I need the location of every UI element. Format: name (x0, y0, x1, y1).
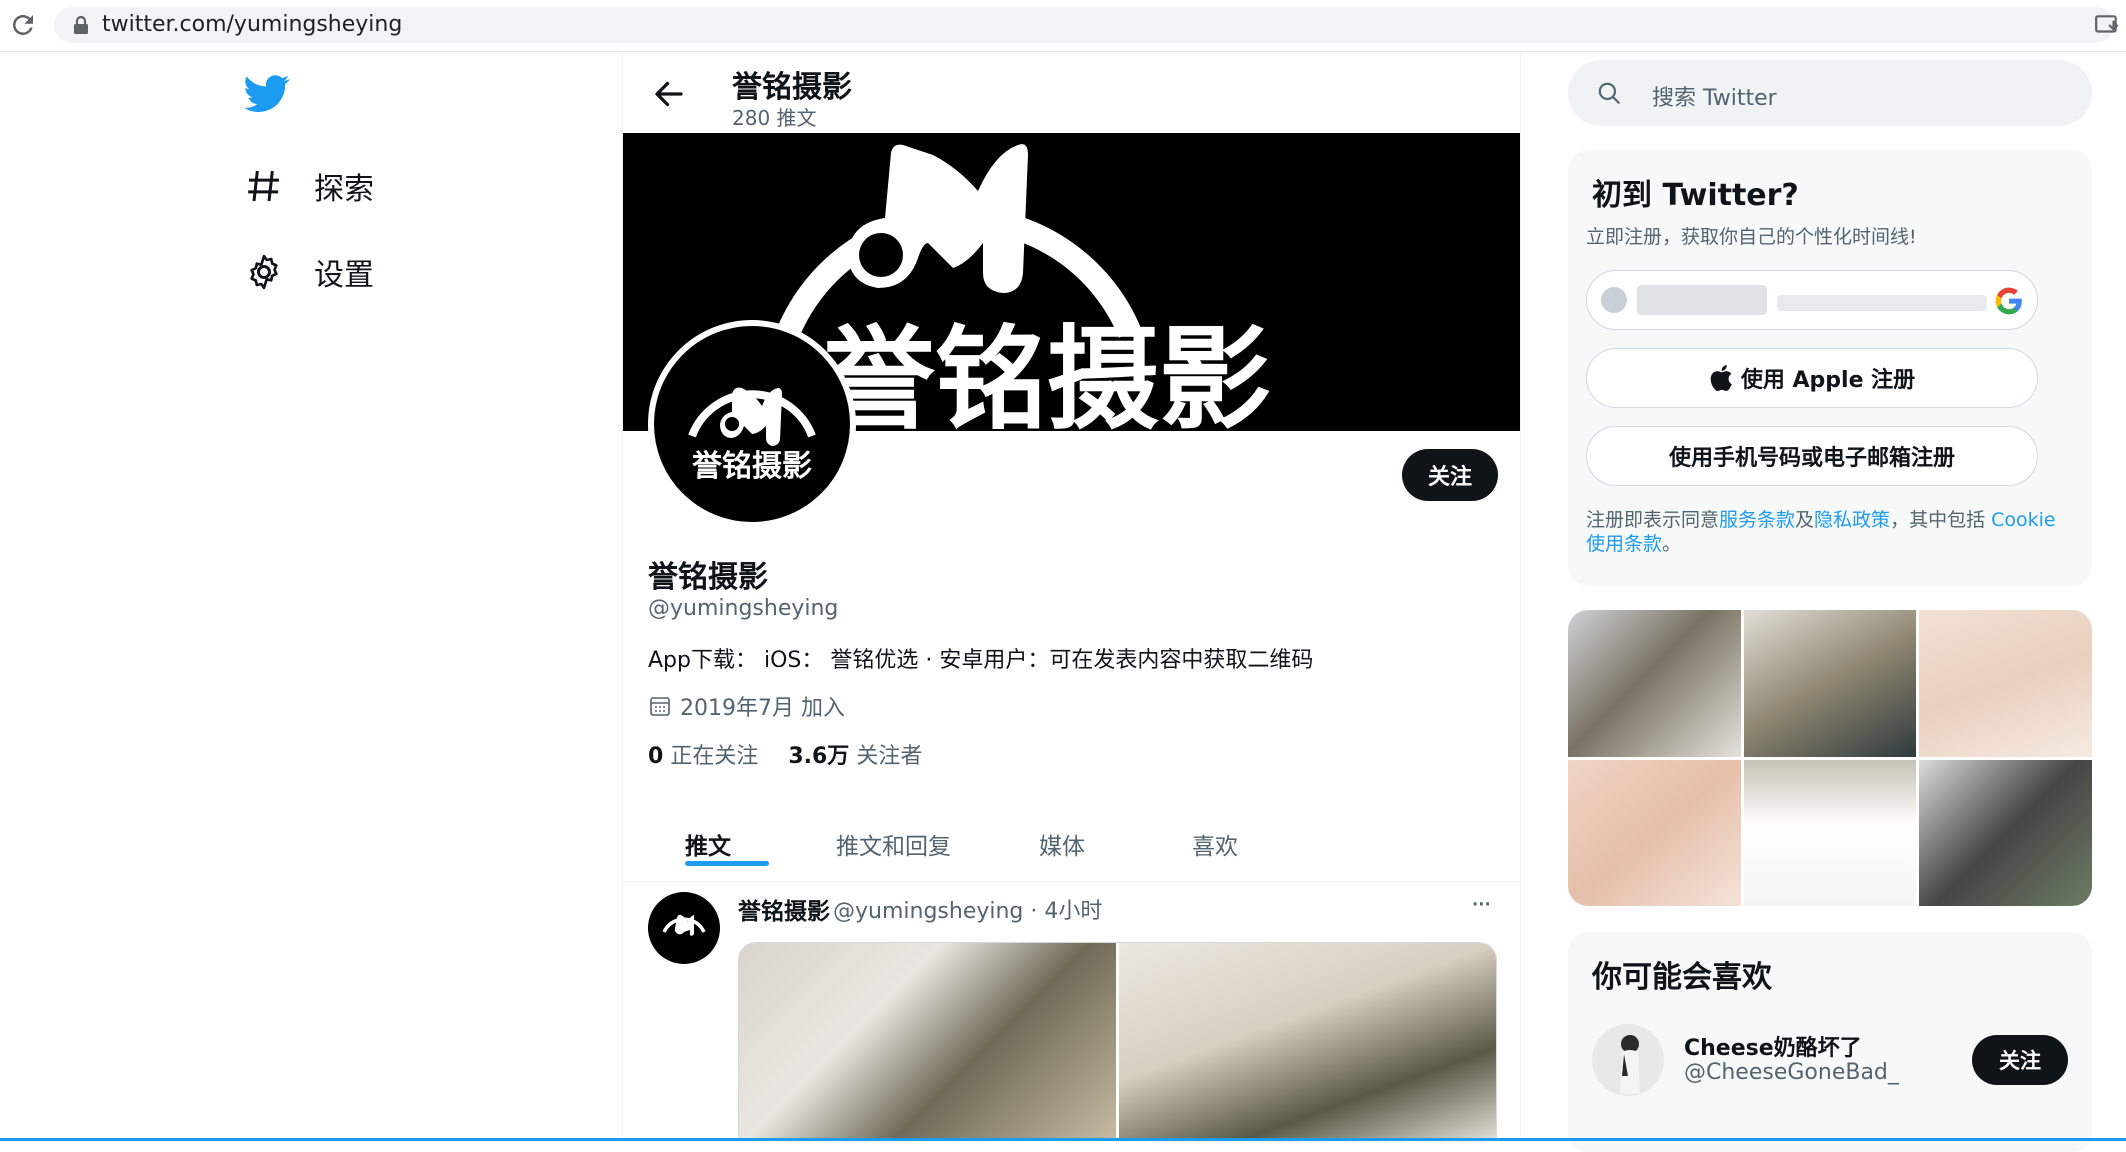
followers-count: 3.6万 (788, 744, 850, 769)
search-input[interactable]: 搜索 Twitter (1652, 80, 1777, 112)
banner-text: 誉铭摄影 (823, 315, 1271, 431)
nav-settings[interactable]: 设置 (244, 250, 374, 294)
media-thumbnail[interactable] (1743, 759, 1917, 906)
signup-card: 初到 Twitter? 立即注册，获取你自己的个性化时间线! 使用 Apple … (1568, 150, 2092, 586)
following-label: 正在关注 (670, 744, 759, 769)
terms-of-service-link[interactable]: 服务条款 (1719, 509, 1795, 531)
apple-signup-label: 使用 Apple 注册 (1740, 368, 1916, 393)
profile-column: 誉铭摄影 280 推文 誉铭摄影 誉铭摄影 关注 誉铭摄影 @yumingshe… (622, 52, 1521, 1141)
twitter-bird-icon[interactable] (244, 74, 290, 114)
lock-icon[interactable] (72, 15, 90, 35)
suggested-avatar-figure (1620, 1035, 1640, 1094)
suggested-user-avatar[interactable] (1592, 1024, 1664, 1096)
following-count: 0 (648, 744, 664, 769)
terms-mid: ，其中包括 (1890, 509, 1992, 531)
media-thumbnail[interactable] (1919, 610, 2092, 757)
phone-email-signup-button[interactable]: 使用手机号码或电子邮箱注册 (1586, 426, 2038, 486)
suggested-user-name[interactable]: Cheese奶酪坏了 (1684, 1030, 1862, 1062)
joined-date: 2019年7月 加入 (680, 696, 845, 721)
tab-tweets[interactable]: 推文 (685, 827, 731, 861)
terms-prefix: 注册即表示同意 (1586, 509, 1720, 531)
tweet-media[interactable] (738, 942, 1497, 1141)
suggested-user-handle[interactable]: @CheeseGoneBad_ (1684, 1060, 1899, 1085)
tab-likes[interactable]: 喜欢 (1192, 827, 1238, 861)
tweet-photo[interactable] (1119, 943, 1496, 1141)
media-thumbnail[interactable] (1568, 610, 1741, 757)
signup-title: 初到 Twitter? (1592, 178, 1799, 213)
more-options-icon[interactable]: ··· (1471, 890, 1492, 920)
profile-name: 誉铭摄影 (648, 560, 768, 595)
search-box[interactable]: 搜索 Twitter (1568, 60, 2092, 126)
avatar-text: 誉铭摄影 (692, 449, 812, 484)
media-thumbnail[interactable] (1919, 759, 2092, 906)
header-tweet-count: 280 推文 (732, 106, 817, 130)
nav-explore[interactable]: 探索 (244, 164, 374, 208)
nav-settings-label: 设置 (314, 258, 374, 293)
reload-icon[interactable] (8, 10, 38, 40)
tab-media[interactable]: 媒体 (1039, 827, 1085, 861)
blurred-avatar (1601, 287, 1627, 313)
media-thumbnail[interactable] (1743, 610, 1917, 757)
active-tab-indicator (685, 861, 769, 866)
header-title: 誉铭摄影 (732, 70, 852, 105)
tweet-avatar[interactable] (648, 892, 720, 964)
terms-end: 。 (1662, 533, 1682, 555)
profile-joined: 2019年7月 加入 (648, 690, 845, 722)
followers-link[interactable]: 3.6万 关注者 (788, 738, 922, 770)
signup-subtitle: 立即注册，获取你自己的个性化时间线! (1586, 226, 1917, 248)
tweet-avatar-logo (662, 914, 706, 936)
hashtag-icon (248, 170, 279, 202)
followers-label: 关注者 (856, 744, 923, 769)
profile-stats: 0 正在关注 3.6万 关注者 (648, 738, 922, 770)
profile-handle: @yumingsheying (648, 596, 839, 621)
media-thumbnail[interactable] (1568, 759, 1741, 906)
profile-tabs: 推文 推文和回复 媒体 喜欢 (623, 807, 1520, 882)
tweet-author-name[interactable]: 誉铭摄影 (738, 892, 830, 926)
profile-media-grid (1568, 610, 2092, 906)
profile-bio: App下载： iOS： 誉铭优选 · 安卓用户：可在发表内容中获取二维码 (648, 648, 1314, 673)
blurred-account-name (1637, 285, 1767, 315)
blurred-account-email (1777, 295, 1987, 311)
browser-toolbar: twitter.com/yumingsheying (0, 0, 2126, 52)
google-icon (1995, 287, 2022, 315)
who-to-follow-title: 你可能会喜欢 (1592, 960, 1772, 995)
privacy-policy-link[interactable]: 隐私政策 (1814, 509, 1890, 531)
tweet-meta[interactable]: @yumingsheying · 4小时 (833, 893, 1102, 925)
apple-signup-button[interactable]: 使用 Apple 注册 (1586, 348, 2038, 408)
avatar-logo: 誉铭摄影 (688, 387, 816, 484)
profile-avatar[interactable]: 誉铭摄影 (648, 320, 856, 528)
nav-explore-label: 探索 (314, 172, 374, 207)
back-arrow-icon[interactable] (651, 76, 687, 112)
gear-icon (250, 254, 278, 290)
search-icon (1598, 82, 1620, 104)
tweet-photo[interactable] (739, 943, 1116, 1141)
install-app-icon[interactable] (2094, 12, 2120, 38)
url-text[interactable]: twitter.com/yumingsheying (102, 12, 402, 37)
suggested-follow-button[interactable]: 关注 (1972, 1035, 2068, 1085)
tab-tweets-replies[interactable]: 推文和回复 (836, 827, 951, 861)
terms-and: 及 (1795, 509, 1815, 531)
apple-icon (1710, 365, 1732, 391)
following-link[interactable]: 0 正在关注 (648, 738, 758, 770)
who-to-follow-card: 你可能会喜欢 Cheese奶酪坏了 @CheeseGoneBad_ 关注 (1568, 932, 2092, 1152)
signup-terms: 注册即表示同意服务条款及隐私政策，其中包括 Cookie 使用条款。 (1586, 508, 2076, 556)
calendar-icon (650, 697, 670, 716)
google-signup-button[interactable] (1586, 270, 2038, 330)
follow-button[interactable]: 关注 (1402, 449, 1498, 501)
